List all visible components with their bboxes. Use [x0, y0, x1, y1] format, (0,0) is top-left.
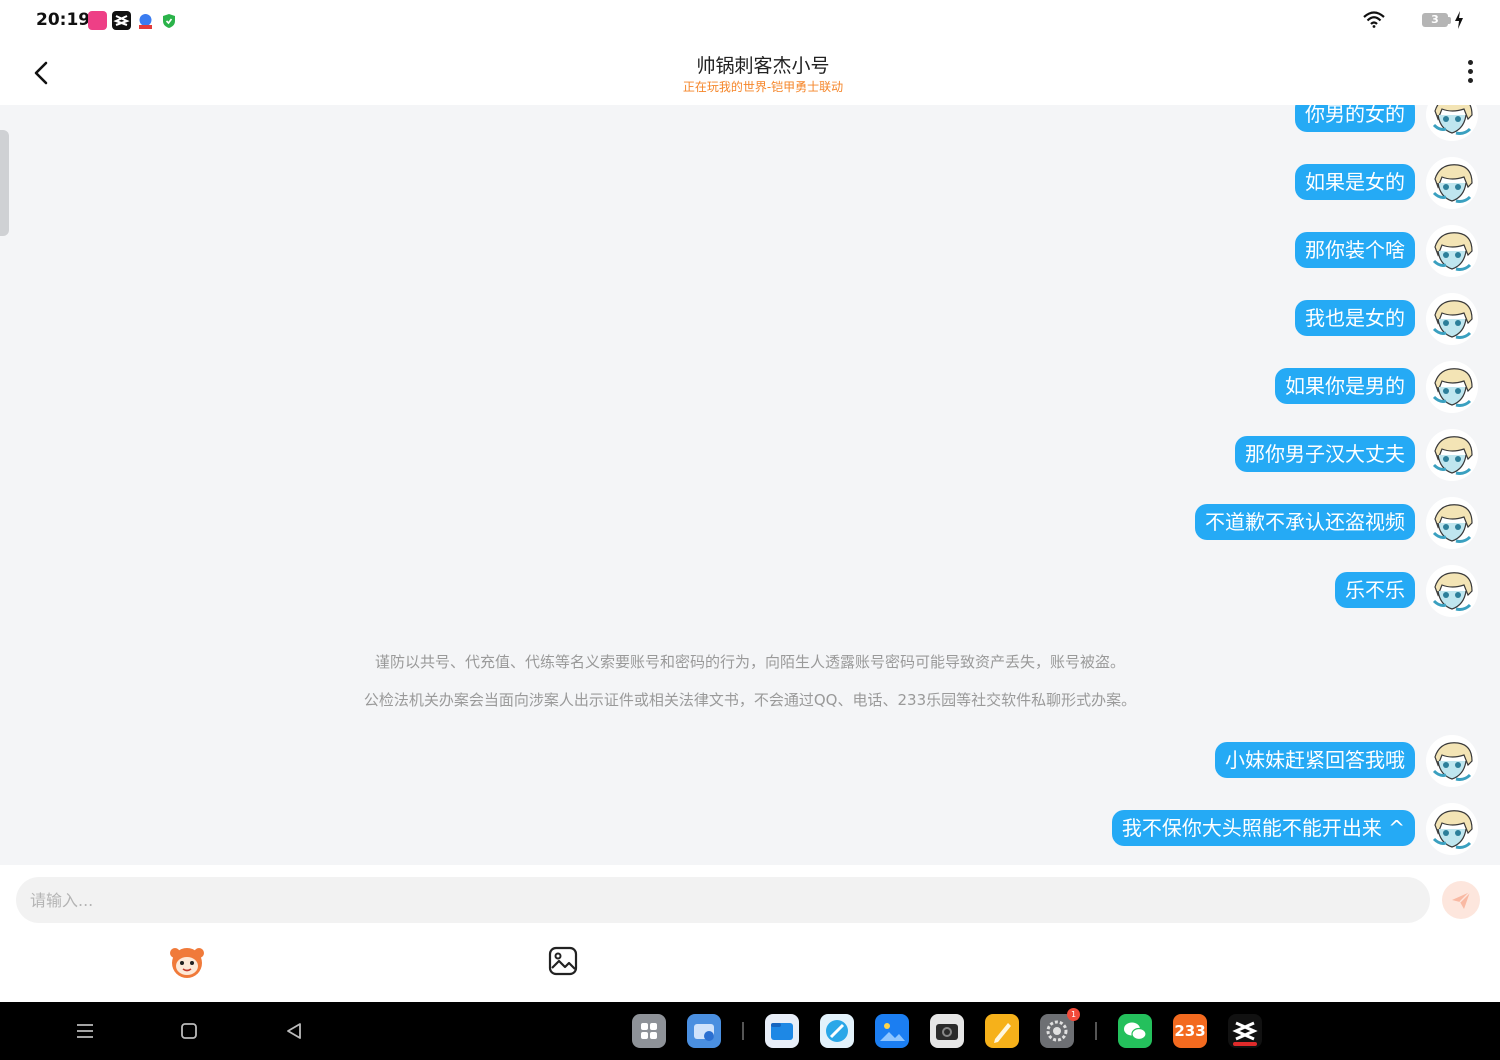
wechat-icon[interactable]: [1118, 1014, 1152, 1048]
status-bar: 20:19 3: [0, 0, 1500, 42]
capcut-dock-icon[interactable]: [1228, 1014, 1262, 1048]
avatar[interactable]: [1426, 803, 1478, 855]
system-taskbar: 1 233: [0, 1002, 1500, 1060]
message-row: 不道歉不承认还盗视频: [1078, 497, 1478, 549]
avatar[interactable]: [1426, 293, 1478, 345]
avatar[interactable]: [1426, 361, 1478, 413]
message-row: 我也是女的: [1078, 293, 1478, 345]
safety-notice: 谨防以共号、代充值、代练等名义索要账号和密码的行为，向陌生人透露账号密码可能导致…: [374, 653, 1125, 671]
home-button[interactable]: [177, 1019, 201, 1043]
message-row: 那你男子汉大丈夫: [1078, 429, 1478, 481]
message-bubble[interactable]: 那你男子汉大丈夫: [1235, 436, 1415, 472]
chat-subtitle: 正在玩我的世界-铠甲勇士联动: [682, 80, 844, 94]
message-bubble[interactable]: 如果你是男的: [1275, 368, 1415, 404]
browser-icon[interactable]: [820, 1014, 854, 1048]
app-pink-icon: [88, 11, 107, 30]
back-icon: [282, 1023, 306, 1047]
system-back-button[interactable]: [282, 1019, 306, 1043]
camera-icon[interactable]: [930, 1014, 964, 1048]
home-icon: [177, 1023, 201, 1047]
battery-tip: [1448, 17, 1451, 24]
message-bubble[interactable]: 我不保你大头照能不能开出来 ^: [1111, 810, 1415, 846]
more-vertical-icon: [1462, 60, 1478, 83]
gallery-icon[interactable]: [875, 1014, 909, 1048]
charging-icon: [1454, 10, 1464, 34]
message-bubble[interactable]: 你男的女的: [1295, 105, 1415, 132]
message-bubble[interactable]: 我也是女的: [1295, 300, 1415, 336]
avatar[interactable]: [1426, 429, 1478, 481]
battery-indicator: 3: [1422, 13, 1448, 27]
avatar[interactable]: [1426, 735, 1478, 787]
app-drawer-icon[interactable]: [632, 1014, 666, 1048]
message-row: 如果你是男的: [1078, 361, 1478, 413]
dock-separator: [1095, 1022, 1097, 1040]
233-app-icon[interactable]: 233: [1173, 1014, 1207, 1048]
avatar[interactable]: [1426, 105, 1478, 141]
recent-apps-button[interactable]: [73, 1019, 97, 1043]
menu-icon: [73, 1024, 97, 1047]
emoji-button[interactable]: [167, 943, 207, 979]
message-bubble[interactable]: 如果是女的: [1295, 164, 1415, 200]
shield-icon: [162, 13, 176, 29]
capcut-icon: [112, 11, 131, 30]
wifi-icon: [1362, 10, 1386, 32]
wallet-icon[interactable]: [687, 1014, 721, 1048]
message-list[interactable]: 你男的女的 如果是女的 那你装个啥 我也是女的 如果你是男的 那你男子汉大丈夫 …: [0, 105, 1500, 865]
message-row: 那你装个啥: [1078, 225, 1478, 277]
notes-icon[interactable]: [985, 1014, 1019, 1048]
avatar[interactable]: [1426, 565, 1478, 617]
avatar[interactable]: [1426, 157, 1478, 209]
status-time: 20:19: [36, 10, 91, 30]
chat-title: 帅锅刺客杰小号: [696, 55, 830, 77]
message-row: 小妹妹赶紧回答我哦: [978, 735, 1478, 787]
avatar[interactable]: [1426, 225, 1478, 277]
files-icon[interactable]: [765, 1014, 799, 1048]
message-row: 我不保你大头照能不能开出来 ^: [978, 803, 1478, 855]
safety-notice: 公检法机关办案会当面向涉案人出示证件或相关法律文书，不会通过QQ、电话、233乐…: [363, 691, 1137, 709]
composer: [0, 865, 1500, 1002]
message-input[interactable]: [16, 877, 1430, 923]
chat-header: 帅锅刺客杰小号 正在玩我的世界-铠甲勇士联动: [0, 42, 1500, 105]
send-button[interactable]: [1442, 881, 1480, 919]
image-button[interactable]: [547, 945, 579, 977]
emoji-mascot-icon: [167, 948, 207, 983]
message-row: 乐不乐: [1078, 565, 1478, 617]
message-bubble[interactable]: 小妹妹赶紧回答我哦: [1215, 742, 1415, 778]
baidu-icon: [136, 11, 155, 30]
message-row: 如果是女的: [1078, 157, 1478, 209]
notification-badge: 1: [1067, 1008, 1080, 1021]
message-bubble[interactable]: 那你装个啥: [1295, 232, 1415, 268]
avatar[interactable]: [1426, 497, 1478, 549]
message-row: 你男的女的: [1078, 105, 1478, 141]
dock-separator: [742, 1022, 744, 1040]
message-bubble[interactable]: 不道歉不承认还盗视频: [1195, 504, 1415, 540]
image-icon: [547, 946, 579, 981]
send-icon: [1442, 891, 1480, 923]
settings-icon[interactable]: 1: [1040, 1008, 1080, 1048]
233-app-label: 233: [1174, 1022, 1206, 1040]
message-bubble[interactable]: 乐不乐: [1335, 572, 1415, 608]
more-options-button[interactable]: [1462, 60, 1478, 88]
